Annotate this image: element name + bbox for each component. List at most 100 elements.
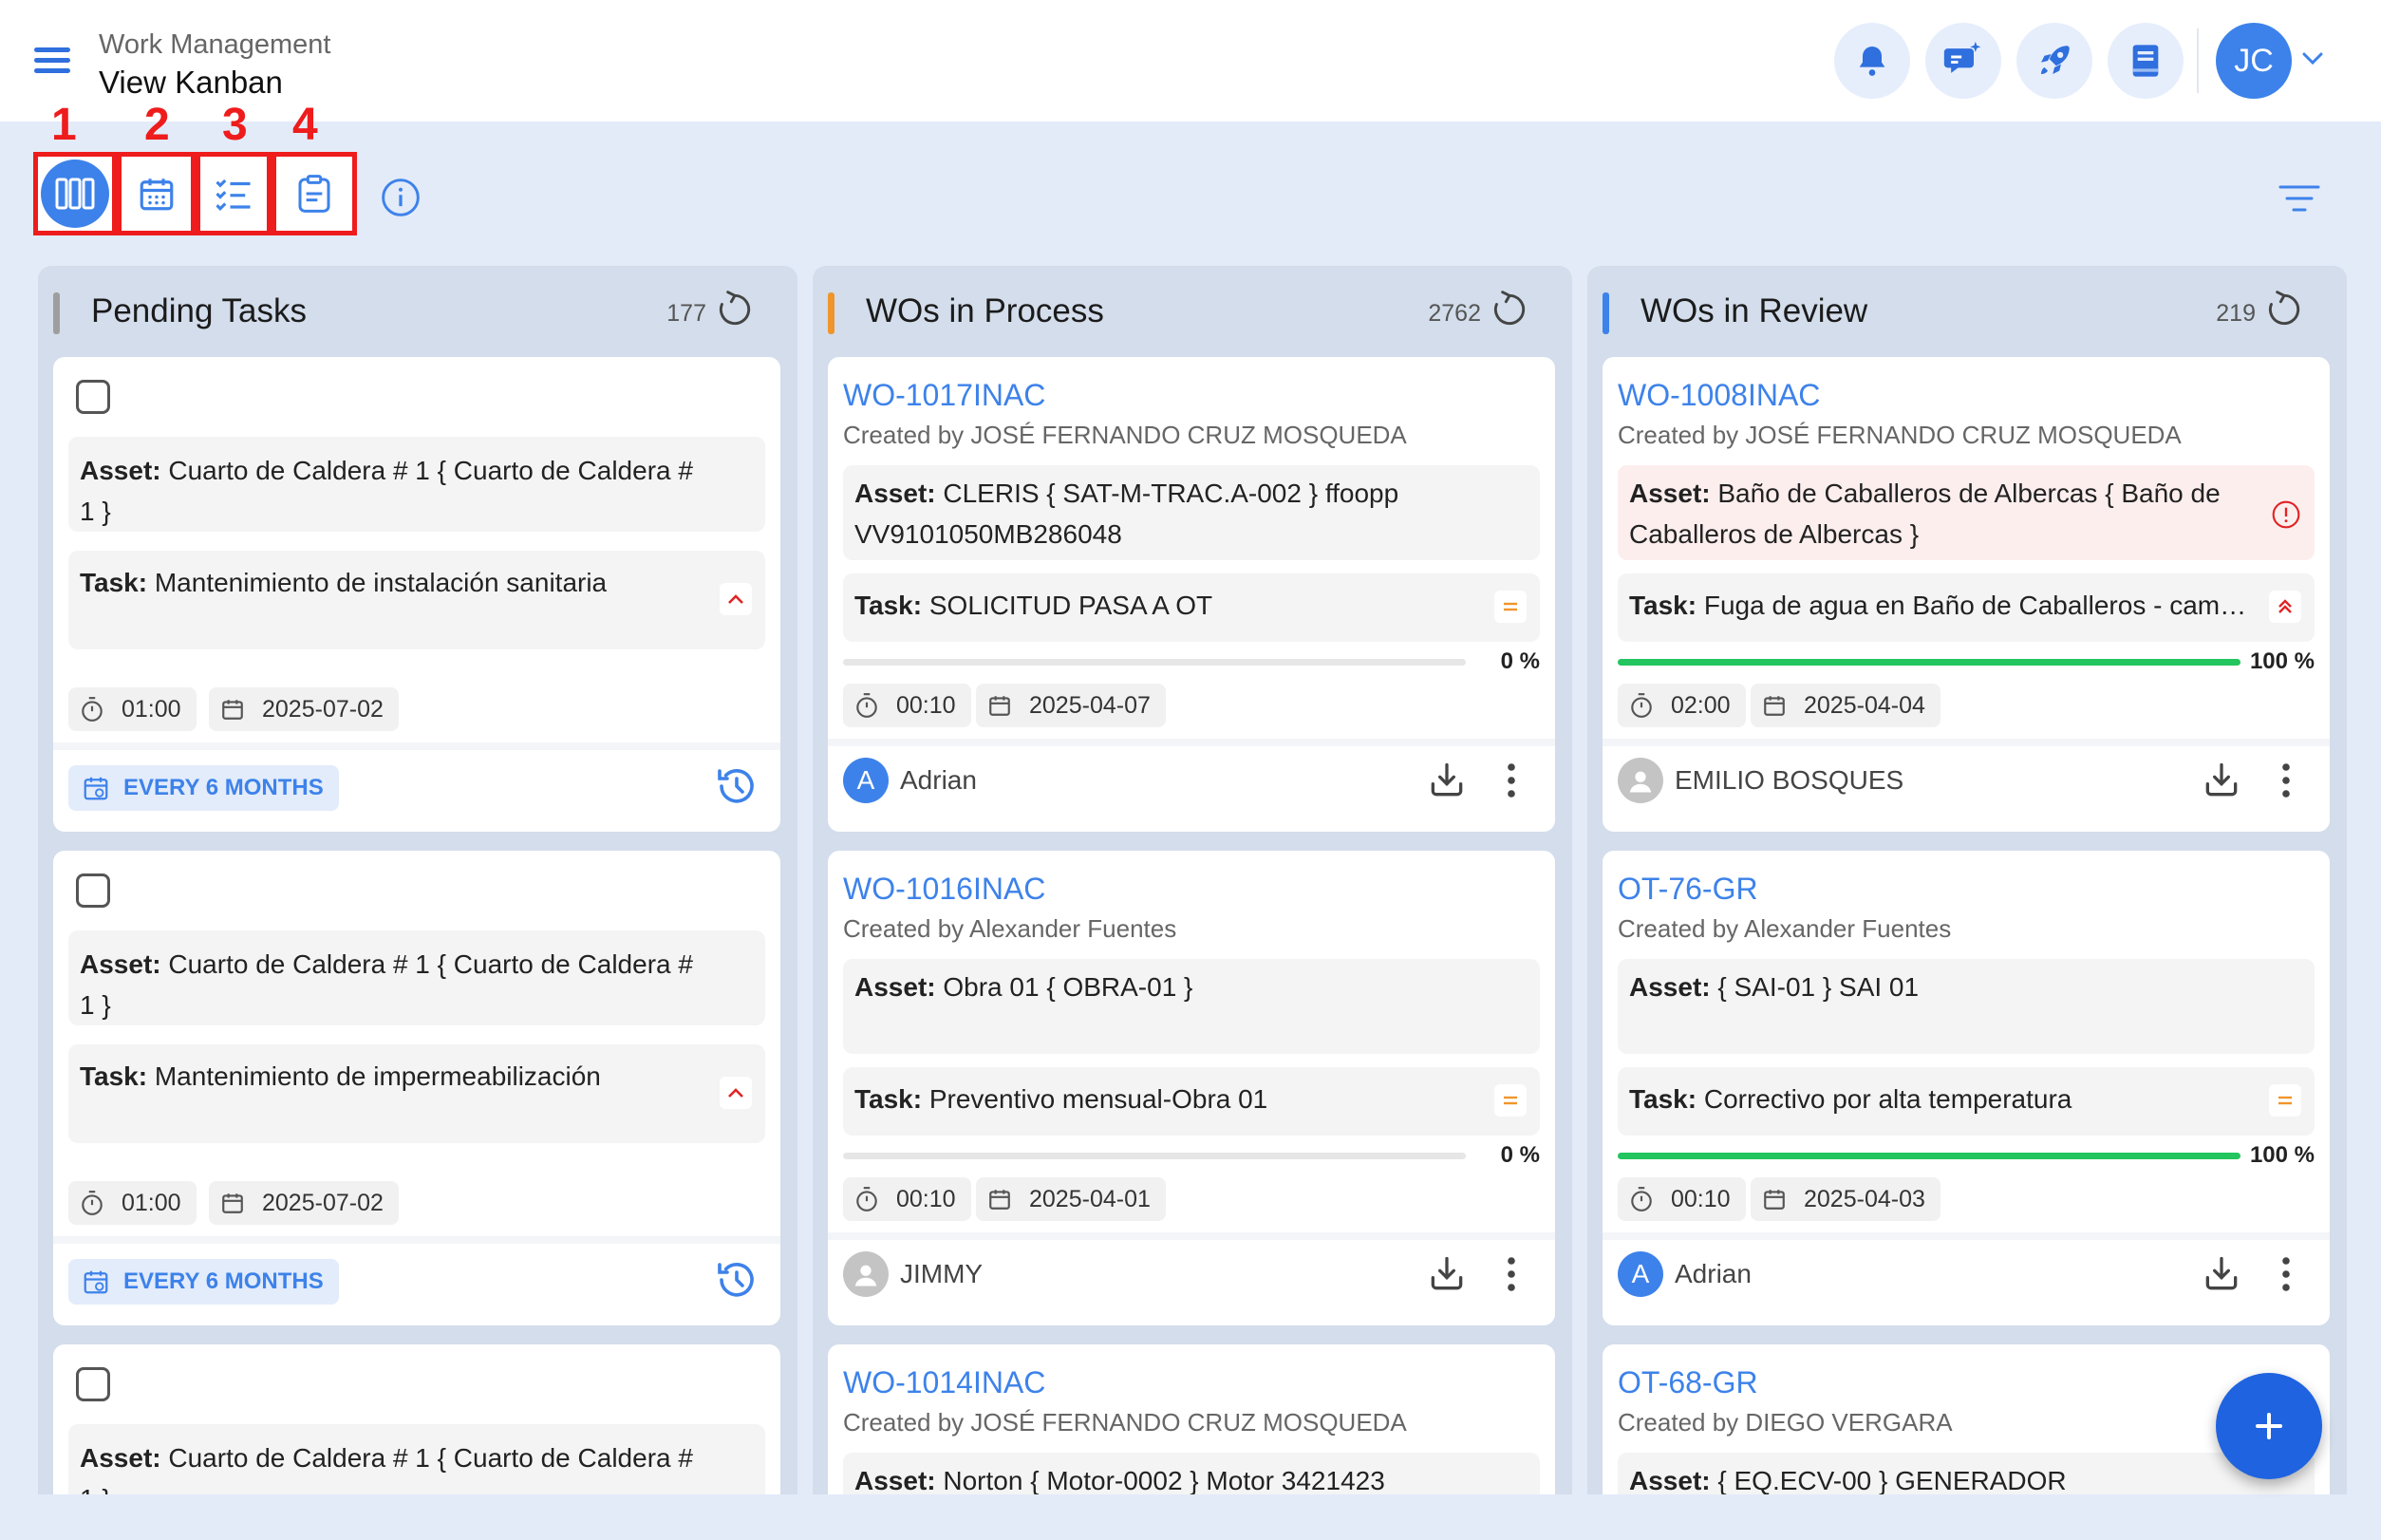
card-divider (1603, 1232, 2330, 1240)
notifications-button[interactable] (1834, 23, 1910, 99)
duration-chip: 01:00 (68, 687, 197, 731)
asset-box: Asset: Cuarto de Caldera # 1 { Cuarto de… (68, 930, 765, 1025)
created-by: Created by Alexander Fuentes (1618, 914, 1952, 943)
download-icon[interactable] (2201, 760, 2242, 801)
chat-button[interactable] (1925, 23, 2001, 99)
date-value: 2025-07-02 (262, 695, 384, 723)
column-header: Pending Tasks 177 (38, 266, 797, 357)
work-order-card[interactable]: OT-76-GR Created by Alexander Fuentes As… (1603, 851, 2330, 1325)
select-checkbox[interactable] (76, 380, 110, 414)
timer-icon (1631, 1187, 1652, 1211)
history-icon[interactable] (714, 1257, 759, 1303)
frequency-chip[interactable]: EVERY 6 MONTHS (68, 765, 339, 811)
select-checkbox[interactable] (76, 873, 110, 908)
task-box: Task: Fuga de agua en Baño de Caballeros… (1618, 573, 2315, 642)
timer-icon (856, 693, 877, 718)
work-order-link[interactable]: WO-1008INAC (1618, 374, 1820, 416)
work-order-link[interactable]: WO-1016INAC (843, 868, 1045, 910)
column-count: 177 (666, 300, 706, 327)
filter-icon[interactable] (2278, 184, 2320, 213)
asset-box: Asset: Baño de Caballeros de Albercas { … (1618, 465, 2315, 560)
calendar-icon (222, 700, 243, 720)
work-order-card[interactable]: WO-1014INAC Created by JOSÉ FERNANDO CRU… (828, 1344, 1555, 1494)
more-vert-icon[interactable] (1506, 1255, 1517, 1293)
work-order-link[interactable]: WO-1017INAC (843, 374, 1045, 416)
assignee: EMILIO BOSQUES (1618, 758, 1903, 803)
more-vert-icon[interactable] (1506, 761, 1517, 799)
task-card[interactable]: Asset: Cuarto de Caldera # 1 { Cuarto de… (53, 1344, 780, 1494)
frequency-value: EVERY 6 MONTHS (123, 1268, 324, 1294)
marker-3: 3 (222, 100, 248, 150)
card-divider (1603, 739, 2330, 746)
priority-high-icon (720, 1077, 752, 1109)
date-value: 2025-04-03 (1804, 1185, 1925, 1212)
kanban-column-in-review: WOs in Review 219 WO-1008INAC Created by… (1587, 266, 2347, 1494)
refresh-icon[interactable] (714, 289, 756, 330)
asset-box: Asset: Cuarto de Caldera # 1 { Cuarto de… (68, 1424, 765, 1494)
kanban-view-button[interactable] (33, 152, 117, 235)
work-order-card[interactable]: WO-1017INAC Created by JOSÉ FERNANDO CRU… (828, 357, 1555, 832)
chat-sparkle-icon (1943, 41, 1981, 73)
download-icon[interactable] (1426, 760, 1468, 801)
task-value: Mantenimiento de instalación sanitaria (154, 568, 608, 597)
kanban-columns-icon (55, 178, 95, 210)
download-icon[interactable] (1426, 1253, 1468, 1295)
date-chip: 2025-07-02 (209, 1181, 399, 1225)
refresh-icon[interactable] (2263, 289, 2305, 330)
user-avatar[interactable]: JC (2216, 23, 2292, 99)
column-header: WOs in Process 2762 (813, 266, 1572, 357)
task-value: SOLICITUD PASA A OT (928, 591, 1213, 620)
progress-bar (843, 659, 1466, 666)
date-chip: 2025-04-04 (1751, 684, 1940, 727)
add-button[interactable] (2216, 1373, 2322, 1479)
frequency-chip[interactable]: EVERY 6 MONTHS (68, 1259, 339, 1305)
help-book-button[interactable] (2108, 23, 2184, 99)
work-order-card[interactable]: WO-1016INAC Created by Alexander Fuentes… (828, 851, 1555, 1325)
menu-icon[interactable] (34, 46, 72, 76)
launch-button[interactable] (2016, 23, 2092, 99)
column-accent (53, 292, 60, 334)
timer-icon (1631, 693, 1652, 718)
task-card[interactable]: Asset: Cuarto de Caldera # 1 { Cuarto de… (53, 357, 780, 832)
work-order-link[interactable]: OT-76-GR (1618, 868, 1758, 910)
asset-value: Norton { Motor-0002 } Motor 3421423 (943, 1466, 1385, 1494)
download-icon[interactable] (2201, 1253, 2242, 1295)
assignee-avatar: A (1618, 1251, 1663, 1297)
alert-circle-icon (2272, 500, 2300, 529)
progress-bar (1618, 659, 2240, 666)
duration-value: 01:00 (122, 695, 181, 723)
asset-label: Asset: (1629, 972, 1711, 1002)
task-value: Correctivo por alta temperatura (1703, 1084, 2072, 1114)
task-list-view-button[interactable] (196, 152, 272, 235)
history-icon[interactable] (714, 763, 759, 809)
asset-box: Asset: Norton { Motor-0002 } Motor 34214… (843, 1453, 1540, 1494)
chevron-down-icon[interactable] (2301, 51, 2324, 66)
clipboard-view-button[interactable] (272, 152, 357, 235)
timer-icon (82, 697, 103, 722)
select-checkbox[interactable] (76, 1367, 110, 1401)
calendar-icon (989, 696, 1010, 716)
work-order-link[interactable]: OT-68-GR (1618, 1362, 1758, 1403)
bell-icon (1859, 47, 1885, 76)
calendar-view-button[interactable] (117, 152, 196, 235)
task-label: Task: (80, 1061, 148, 1091)
marker-1: 1 (51, 100, 77, 150)
more-vert-icon[interactable] (2280, 761, 2292, 799)
asset-value: Baño de Caballeros de Albercas { Baño de… (1629, 479, 2221, 549)
progress-percent: 100 % (2249, 1142, 2315, 1168)
top-bar: Work Management View Kanban JC (0, 0, 2381, 122)
more-vert-icon[interactable] (2280, 1255, 2292, 1293)
created-by: Created by JOSÉ FERNANDO CRUZ MOSQUEDA (1618, 421, 2182, 449)
card-divider (53, 742, 780, 750)
task-card[interactable]: Asset: Cuarto de Caldera # 1 { Cuarto de… (53, 851, 780, 1325)
refresh-icon[interactable] (1489, 289, 1530, 330)
info-icon[interactable] (380, 177, 422, 218)
progress-bar (843, 1153, 1466, 1159)
duration-value: 01:00 (122, 1189, 181, 1216)
assignee-name: EMILIO BOSQUES (1675, 765, 1904, 795)
date-value: 2025-07-02 (262, 1189, 384, 1216)
calendar-repeat-icon (84, 1270, 108, 1294)
work-order-link[interactable]: WO-1014INAC (843, 1362, 1045, 1403)
work-order-card[interactable]: WO-1008INAC Created by JOSÉ FERNANDO CRU… (1603, 357, 2330, 832)
clipboard-icon (298, 175, 330, 213)
